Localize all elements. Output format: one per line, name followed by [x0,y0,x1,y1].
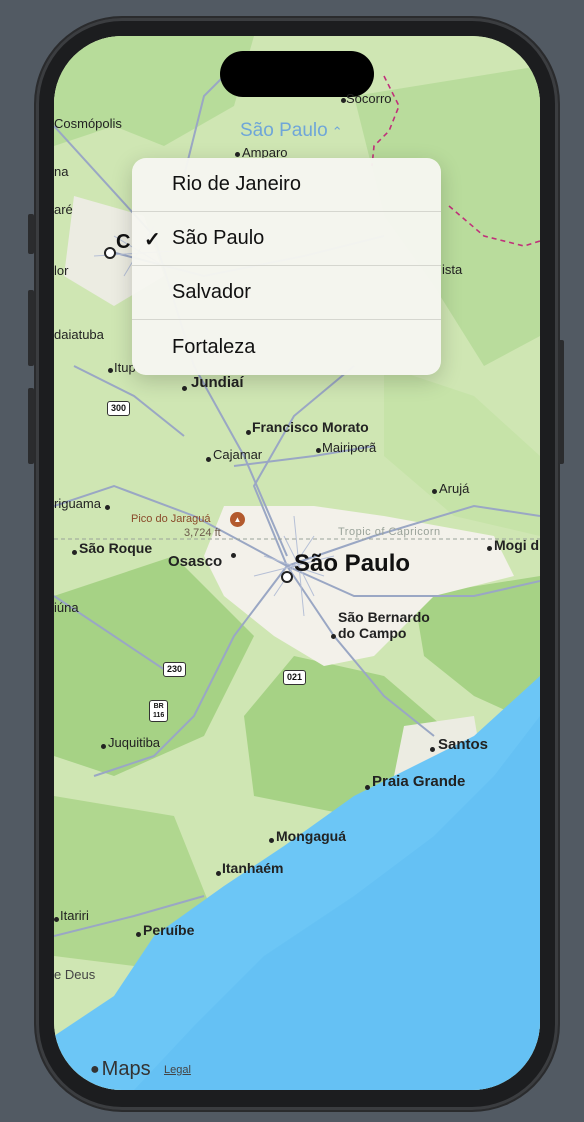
city-picker-button[interactable]: São Paulo ⌃ [240,120,343,142]
place-dot [231,553,236,558]
volume-up-button [28,290,34,366]
place-dot [105,505,110,510]
place-label: São Roque [79,540,153,556]
place-dot [331,634,336,639]
place-dot [487,546,492,551]
place-label: Francisco Morato [252,419,369,435]
menu-item-rio[interactable]: Rio de Janeiro [132,158,441,212]
place-dot [136,932,141,937]
place-label: riguama [54,496,101,511]
place-label: do Campo [338,625,407,641]
menu-item-label: Salvador [172,281,251,303]
place-label: Juquitiba [108,735,161,750]
menu-item-fortaleza[interactable]: Fortaleza [132,320,441,374]
place-dot [182,386,187,391]
place-dot [432,489,437,494]
place-label: C [116,231,131,253]
volume-down-button [28,388,34,464]
place-dot [430,747,435,752]
highway-shield: 021 [283,670,307,685]
city-picker-label: São Paulo [240,120,328,141]
highway-shield: 230 [163,662,187,677]
place-dot [101,744,106,749]
tropic-label: Tropic of Capricorn [338,526,441,538]
place-dot [206,457,211,462]
chevron-up-down-icon: ⌃ [331,123,343,139]
place-label: Peruíbe [143,922,195,938]
place-label: Itanhaém [222,860,284,876]
menu-item-label: Rio de Janeiro [172,173,301,195]
place-dot [104,247,116,259]
place-label: aré [54,202,73,217]
highway-shield: 300 [107,401,131,416]
place-dot [246,430,251,435]
apple-icon: ● [90,1060,100,1078]
place-dot [316,448,321,453]
peak-height-label: 3,724 ft [184,527,221,539]
place-label: Socorro [346,91,392,106]
place-label: São Paulo [294,550,411,577]
place-label: na [54,164,69,179]
screen: São Paulo ⌃ Socorro Amparo Cosmópolis na… [54,36,540,1090]
place-dot [108,368,113,373]
place-dot [281,571,293,583]
place-label: lor [54,263,69,278]
place-label: ista [442,262,463,277]
place-dot [235,152,240,157]
power-button [558,340,564,464]
peak-label: Pico do Jaraguá [131,513,211,525]
place-label: São Bernardo [338,609,430,625]
place-label: Osasco [168,553,223,570]
place-dot [269,838,274,843]
place-label: Jundiaí [191,374,244,391]
place-label: Cajamar [213,447,263,462]
shield-number: 116 [153,712,165,719]
place-dot [365,785,370,790]
mountain-icon: ▲ [230,512,245,527]
place-dot [54,917,59,922]
place-label: Mairiporã [322,440,377,455]
place-dot [341,98,346,103]
place-label: Itariri [60,908,89,923]
menu-item-label: São Paulo [172,227,265,249]
menu-item-sao-paulo[interactable]: ✓ São Paulo [132,212,441,266]
maps-logo-label: Maps [101,1058,151,1080]
place-label: Cosmópolis [54,116,122,131]
place-label: e Deus [54,967,96,982]
place-label: iúna [54,600,79,615]
shield-prefix: BR [153,703,164,710]
place-label: daiatuba [54,327,104,342]
place-label: Praia Grande [372,773,466,790]
place-label: Mongaguá [276,828,346,844]
place-label: Arujá [439,481,470,496]
menu-item-label: Fortaleza [172,335,256,358]
place-label: Mogi d [494,537,540,553]
checkmark-icon: ✓ [144,228,161,251]
maps-logo: ● Maps [90,1058,151,1081]
federal-highway-shield: BR 116 [149,700,169,722]
action-button [28,214,34,254]
place-dot [72,550,77,555]
place-label: Santos [438,736,489,753]
legal-link[interactable]: Legal [164,1064,191,1076]
place-dot [216,871,221,876]
menu-item-salvador[interactable]: Salvador [132,266,441,320]
city-menu: Rio de Janeiro ✓ São Paulo Salvador Fort… [132,158,441,375]
